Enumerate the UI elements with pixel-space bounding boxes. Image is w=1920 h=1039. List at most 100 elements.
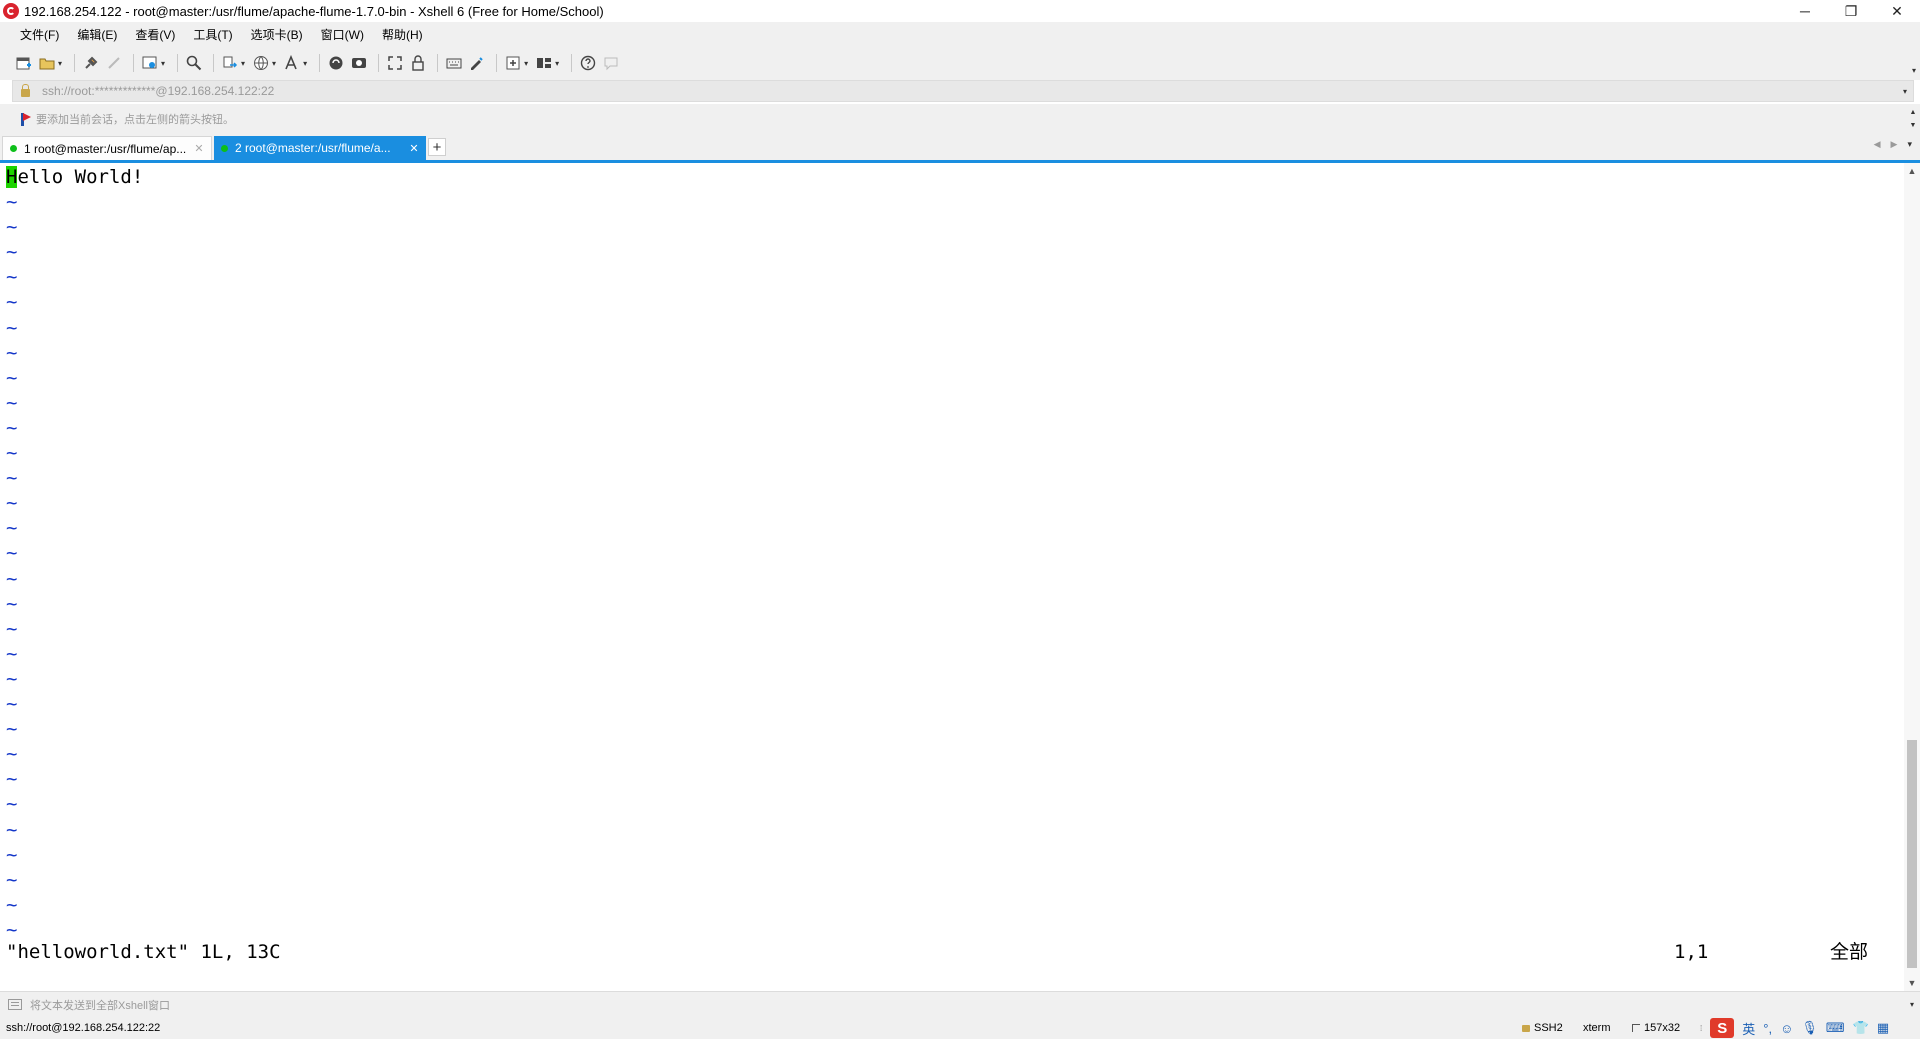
tab-next-icon[interactable]: ▶ [1891,139,1898,150]
menu-tools[interactable]: 工具(T) [184,26,241,43]
address-bar[interactable]: ssh://root:*************@192.168.254.122… [12,80,1914,102]
properties-dropdown-icon[interactable]: ▾ [161,59,165,68]
globe-dropdown-icon[interactable]: ▾ [272,59,276,68]
keyboard-icon[interactable] [444,53,464,73]
empty-line-tilde: ~ [6,542,18,565]
empty-line-tilde: ~ [6,442,18,464]
compose-input-placeholder[interactable]: 将文本发送到全部Xshell窗口 [30,997,170,1013]
empty-line-tilde: ~ [6,366,18,389]
compose-icon[interactable] [8,999,22,1010]
layout-dropdown-icon[interactable]: ▾ [555,59,559,68]
font-icon[interactable] [282,53,302,73]
ime-grip-icon: ⁞ [1700,1023,1703,1033]
xftp-icon[interactable] [326,53,346,73]
new-session-icon[interactable] [14,53,34,73]
xmanager-icon[interactable] [349,53,369,73]
lock-icon [21,83,30,97]
connection-status: ssh://root@192.168.254.122:22 [6,1022,161,1034]
transfer-dropdown-icon[interactable]: ▾ [241,59,245,68]
globe-icon[interactable] [251,53,271,73]
close-button[interactable]: ✕ [1874,0,1920,22]
hint-text: 要添加当前会话，点击左侧的箭头按钮。 [36,114,234,126]
minimize-button[interactable]: ─ [1782,0,1828,22]
lock-icon[interactable] [408,53,428,73]
toolbar-separator [133,54,135,72]
hint-scroll-arrows[interactable]: ▲ ▼ [1906,104,1920,134]
status-bar: ssh://root@192.168.254.122:22 SSH2 xterm… [0,1017,1920,1039]
address-text: ssh://root:*************@192.168.254.122… [42,84,275,98]
compose-dropdown-icon[interactable]: ▾ [1910,1000,1914,1009]
new-tab-button[interactable]: + [428,138,446,156]
tab-prev-icon[interactable]: ◀ [1874,139,1881,150]
ime-toolbar: ⁞ S 英 °, ☺ 🎙 ⌨ 👕 ▦ [1700,1018,1889,1038]
terminal-scrollbar[interactable]: ▲ ▼ [1904,163,1920,991]
compose-bar[interactable]: 将文本发送到全部Xshell窗口 ▾ [0,991,1920,1017]
scroll-up-icon[interactable]: ▲ [1904,163,1920,179]
restore-button[interactable]: ❐ [1828,0,1874,22]
add-tab-icon[interactable] [503,53,523,73]
empty-line-tilde: ~ [6,868,18,891]
sogou-ime-logo[interactable]: S [1710,1018,1735,1038]
resize-icon [1632,1024,1640,1032]
empty-line-tilde: ~ [6,492,18,515]
vim-scroll-scope: 全部 [1830,941,1869,963]
menu-help[interactable]: 帮助(H) [373,26,432,43]
layout-icon[interactable] [534,53,554,73]
empty-line-tilde: ~ [6,291,18,314]
reconnect-icon[interactable] [81,53,101,73]
scroll-down-icon[interactable]: ▼ [1904,975,1920,991]
font-dropdown-icon[interactable]: ▾ [303,59,307,68]
fullscreen-icon[interactable] [385,53,405,73]
empty-line-tilde: ~ [6,843,18,866]
open-folder-icon[interactable] [37,53,57,73]
terminal-area[interactable]: Hello World! ~ ~ ~ ~ ~ ~ ~ ~ ~ ~ ~ ~ ~ ~ ~ ~ ~ ~ ~ ~ ~ ~ ~ ~ ~ ~ ~… [0,163,1904,991]
scroll-up-icon[interactable]: ▲ [1910,109,1917,116]
toolbar-overflow-icon[interactable]: ▾ [1912,66,1916,75]
address-dropdown-icon[interactable]: ▾ [1903,87,1907,96]
microphone-icon[interactable]: 🎙 [1801,1020,1818,1036]
find-icon[interactable] [184,53,204,73]
bookmark-flag-icon[interactable] [19,112,31,126]
menu-view[interactable]: 查看(V) [126,26,184,43]
clothing-skin-icon[interactable]: 👕 [1853,1020,1869,1036]
menu-tabs[interactable]: 选项卡(B) [242,26,312,43]
scrollbar-thumb[interactable] [1907,740,1917,968]
menu-window[interactable]: 窗口(W) [312,26,373,43]
disconnect-icon[interactable] [104,53,124,73]
terminal-size: 157x32 [1632,1017,1680,1039]
tab-close-icon[interactable]: ✕ [406,142,422,155]
empty-line-tilde: ~ [6,191,18,213]
tab-close-icon[interactable]: ✕ [191,142,207,155]
transfer-icon[interactable] [220,53,240,73]
connected-dot-icon [221,144,228,152]
tab-session-1[interactable]: 1 root@master:/usr/flume/ap... ✕ [2,136,212,160]
menu-file[interactable]: 文件(F) [11,26,68,43]
tab-session-2[interactable]: 2 root@master:/usr/flume/a... ✕ [214,136,426,160]
open-dropdown-icon[interactable]: ▾ [58,59,62,68]
menu-edit[interactable]: 编辑(E) [68,26,126,43]
toolbar-separator [177,54,179,72]
empty-line-tilde: ~ [6,918,18,941]
toolbar-separator [319,54,321,72]
vim-cursor-position: 1,1 [1674,941,1709,963]
keyboard-icon[interactable]: ⌨ [1826,1020,1845,1036]
ime-language-toggle[interactable]: 英 [1742,1019,1755,1038]
help-icon[interactable] [578,53,598,73]
add-tab-dropdown-icon[interactable]: ▾ [524,59,528,68]
title-bar: 192.168.254.122 - root@master:/usr/flume… [0,0,1920,22]
scroll-down-icon[interactable]: ▼ [1910,122,1917,129]
tab-label: 1 root@master:/usr/flume/ap... [24,141,187,156]
toolbox-icon[interactable]: ▦ [1877,1020,1889,1036]
connected-dot-icon [10,145,17,152]
empty-line-tilde: ~ [6,768,18,791]
chat-icon[interactable] [601,53,621,73]
properties-icon[interactable] [140,53,160,73]
toolbar-separator [496,54,498,72]
tab-bar: 1 root@master:/usr/flume/ap... ✕ 2 root@… [0,134,1920,163]
toolbar-separator [437,54,439,72]
tab-list-icon[interactable]: ▾ [1907,139,1912,150]
punctuation-icon[interactable]: °, [1763,1021,1772,1036]
emoji-icon[interactable]: ☺ [1780,1021,1793,1036]
menu-bar: 文件(F) 编辑(E) 查看(V) 工具(T) 选项卡(B) 窗口(W) 帮助(… [0,22,1920,46]
script-icon[interactable] [467,53,487,73]
